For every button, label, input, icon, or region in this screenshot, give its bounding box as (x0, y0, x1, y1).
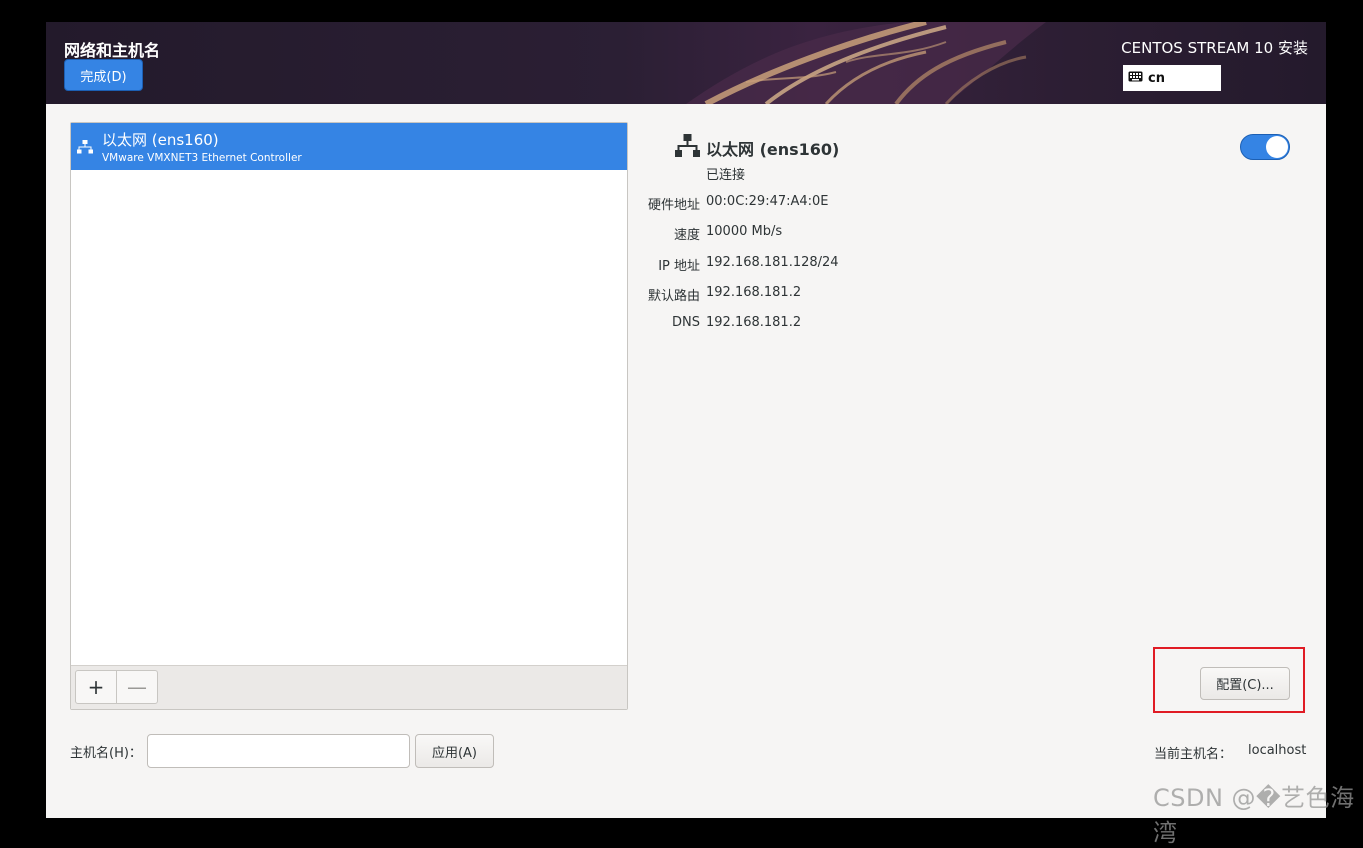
done-button[interactable]: 完成(D) (64, 59, 143, 91)
current-hostname-label: 当前主机名： (1154, 747, 1233, 762)
property-value: 192.168.181.128/24 (706, 255, 839, 270)
current-hostname-value: localhost (1248, 743, 1307, 758)
device-description: VMware VMXNET3 Ethernet Controller (102, 152, 302, 164)
header-bar: 网络和主机名 完成(D) CENTOS STREAM 10 安装 cn (46, 22, 1326, 104)
device-toggle-switch[interactable] (1240, 134, 1290, 160)
network-hostname-window: 网络和主机名 完成(D) CENTOS STREAM 10 安装 cn 以太网 … (46, 22, 1326, 818)
device-list-item-ens160[interactable]: 以太网 (ens160) VMware VMXNET3 Ethernet Con… (71, 123, 627, 170)
property-value: 00:0C:29:47:A4:0E (706, 194, 829, 209)
property-row-ip-address: IP 地址 192.168.181.128/24 (626, 255, 1026, 275)
configure-button[interactable]: 配置(C)... (1200, 667, 1290, 700)
watermark: CSDN @�艺色海湾 (1153, 784, 1355, 847)
keyboard-icon (1128, 71, 1143, 86)
property-value: 192.168.181.2 (706, 285, 802, 300)
header-artwork (686, 22, 1046, 104)
remove-device-button[interactable]: — (116, 670, 158, 704)
apply-hostname-button[interactable]: 应用(A) (415, 734, 494, 768)
property-row-speed: 速度 10000 Mb/s (626, 224, 1026, 244)
property-value: 192.168.181.2 (706, 315, 802, 330)
property-label: DNS (672, 315, 700, 330)
property-label: 默认路由 (647, 289, 700, 304)
network-wired-icon (675, 134, 700, 162)
property-value: 10000 Mb/s (706, 224, 783, 239)
connection-status: 已连接 (706, 168, 746, 183)
property-label: 速度 (673, 228, 700, 243)
property-row-dns: DNS 192.168.181.2 (626, 315, 1026, 335)
product-title: CENTOS STREAM 10 安装 (1121, 39, 1308, 57)
keyboard-layout-label: cn (1148, 70, 1165, 86)
network-wired-icon (77, 139, 93, 158)
hostname-label: 主机名(H)： (70, 746, 142, 761)
hostname-input[interactable] (147, 734, 410, 768)
device-list-toolbar: + — (71, 665, 627, 709)
switch-knob (1266, 136, 1288, 158)
add-device-button[interactable]: + (75, 670, 117, 704)
keyboard-layout-indicator[interactable]: cn (1123, 65, 1221, 91)
property-row-default-route: 默认路由 192.168.181.2 (626, 285, 1026, 305)
device-detail-title: 以太网 (ens160) (706, 140, 840, 159)
spoke-title: 网络和主机名 (64, 41, 161, 60)
device-list-panel: 以太网 (ens160) VMware VMXNET3 Ethernet Con… (70, 122, 628, 710)
property-row-hardware-address: 硬件地址 00:0C:29:47:A4:0E (626, 194, 1026, 214)
property-label: 硬件地址 (647, 198, 700, 213)
device-name: 以太网 (ens160) (102, 131, 219, 149)
property-label: IP 地址 (658, 259, 700, 274)
